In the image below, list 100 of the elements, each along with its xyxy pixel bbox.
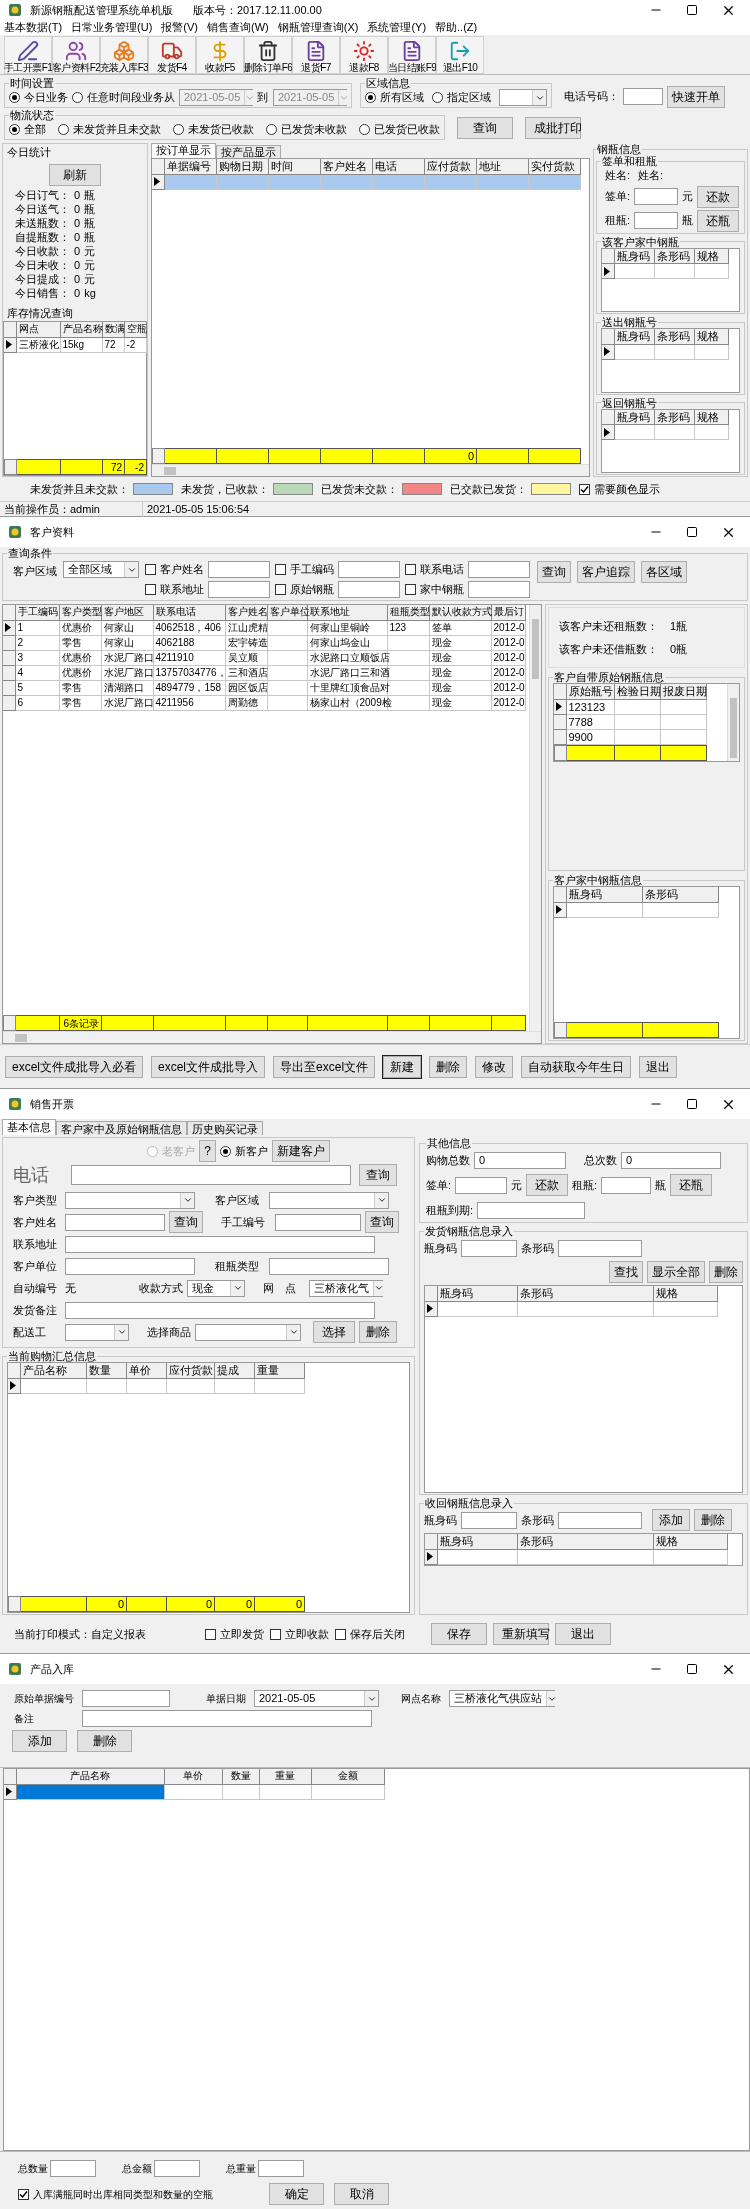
column-header[interactable]: 手工编码 bbox=[15, 605, 59, 620]
radio-option[interactable]: 已发货已收款 bbox=[359, 121, 440, 138]
input-field[interactable]: 0 bbox=[474, 1151, 566, 1169]
dropdown[interactable]: 三桥液化气 bbox=[309, 1279, 383, 1297]
button[interactable]: 删除 bbox=[429, 1055, 468, 1078]
column-header[interactable]: 重量 bbox=[259, 1769, 311, 1784]
column-header[interactable]: 规格 bbox=[653, 1286, 717, 1301]
column-header[interactable]: 条形码 bbox=[517, 1286, 653, 1301]
button[interactable]: 自动获取今年生日 bbox=[521, 1055, 632, 1078]
input-field[interactable] bbox=[468, 581, 530, 598]
radio-option[interactable]: 指定区域 bbox=[432, 89, 491, 106]
button[interactable]: 修改 bbox=[475, 1055, 514, 1078]
tab[interactable]: 基本信息 bbox=[2, 1119, 56, 1135]
radio-option[interactable]: 未发货并且未交款 bbox=[58, 121, 161, 138]
button[interactable]: 退出 bbox=[555, 1623, 611, 1645]
column-header[interactable]: 地址 bbox=[476, 159, 528, 174]
input-field[interactable] bbox=[634, 188, 679, 205]
button[interactable]: 查询 bbox=[457, 117, 513, 140]
input-field[interactable] bbox=[338, 561, 400, 578]
button[interactable]: 导出至excel文件 bbox=[273, 1055, 376, 1078]
input-field[interactable]: 0 bbox=[621, 1151, 721, 1169]
input-field[interactable] bbox=[623, 88, 663, 105]
column-header[interactable]: 规格 bbox=[694, 409, 728, 425]
checkbox[interactable]: 立即收款 bbox=[270, 1625, 329, 1643]
button[interactable]: 添加 bbox=[12, 1730, 67, 1752]
menu-item[interactable]: 帮助..(Z) bbox=[435, 19, 478, 36]
button[interactable]: 新建 bbox=[383, 1055, 422, 1078]
radio-option[interactable]: 任意时间段业务从 bbox=[72, 89, 175, 106]
button[interactable]: 确定 bbox=[269, 2183, 324, 2205]
column-header[interactable]: 原始瓶号 bbox=[566, 684, 614, 699]
dropdown[interactable] bbox=[65, 1191, 195, 1209]
input-field[interactable] bbox=[461, 1511, 517, 1529]
input-field[interactable] bbox=[468, 561, 530, 578]
menu-item[interactable]: 报警(V) bbox=[161, 19, 198, 36]
tab[interactable]: 按产品显示 bbox=[216, 145, 281, 158]
column-header[interactable]: 时间 bbox=[268, 159, 320, 174]
column-header[interactable]: 产品名称 bbox=[20, 1363, 86, 1378]
input-field[interactable] bbox=[338, 581, 400, 598]
input-field[interactable] bbox=[50, 2160, 96, 2177]
input-field[interactable] bbox=[154, 2160, 200, 2177]
column-header[interactable]: 实付货款 bbox=[528, 159, 580, 174]
input-field[interactable] bbox=[71, 1165, 351, 1185]
input-field[interactable] bbox=[461, 1239, 517, 1257]
column-header[interactable]: 联系电话 bbox=[153, 605, 225, 620]
dropdown[interactable]: 2021-05-05 bbox=[254, 1690, 379, 1707]
table-row[interactable] bbox=[4, 1784, 384, 1799]
menu-item[interactable]: 基本数据(T) bbox=[4, 19, 63, 36]
button[interactable]: 删除 bbox=[694, 1509, 732, 1531]
button[interactable]: 客户追踪 bbox=[577, 561, 635, 583]
menu-item[interactable]: 日常业务管理(U) bbox=[71, 19, 153, 36]
input-field[interactable] bbox=[65, 1235, 375, 1253]
column-header[interactable]: 购物日期 bbox=[216, 159, 268, 174]
checkbox[interactable]: 家中钢瓶 bbox=[405, 581, 464, 598]
input-field[interactable] bbox=[65, 1213, 165, 1231]
menu-item[interactable]: 系统管理(Y) bbox=[367, 19, 427, 36]
column-header[interactable]: 规格 bbox=[694, 329, 728, 344]
toolbar-button[interactable]: 删除订单F6 bbox=[244, 36, 292, 74]
button[interactable]: 还瓶 bbox=[697, 209, 740, 232]
input-field[interactable] bbox=[82, 1690, 170, 1707]
column-header[interactable]: 瓶身码 bbox=[614, 329, 654, 344]
column-header[interactable]: 规格 bbox=[653, 1534, 727, 1549]
column-header[interactable]: 产品名称 bbox=[16, 1769, 164, 1784]
checkbox[interactable]: 原始钢瓶 bbox=[275, 581, 334, 598]
dropdown[interactable] bbox=[65, 1323, 129, 1341]
toolbar-button[interactable]: 退款F8 bbox=[340, 36, 388, 74]
dropdown[interactable]: 三桥液化气供应站 bbox=[449, 1690, 555, 1707]
tab[interactable]: 历史购买记录 bbox=[187, 1121, 263, 1135]
input-field[interactable] bbox=[208, 561, 270, 578]
input-field[interactable] bbox=[65, 1257, 195, 1275]
button[interactable]: excel文件成批导入 bbox=[151, 1055, 266, 1078]
button[interactable]: 删除 bbox=[77, 1730, 132, 1752]
scrollbar[interactable] bbox=[727, 684, 739, 761]
column-header[interactable]: 客户姓名 bbox=[225, 605, 267, 620]
button[interactable]: 删除 bbox=[709, 1261, 743, 1283]
button[interactable]: 查找 bbox=[609, 1261, 643, 1283]
input-field[interactable] bbox=[269, 1257, 389, 1275]
column-header[interactable]: 条形码 bbox=[654, 248, 694, 264]
column-header[interactable]: 条形码 bbox=[642, 887, 718, 902]
column-header[interactable]: 应付货款 bbox=[166, 1363, 214, 1378]
radio-option[interactable]: 未发货已收款 bbox=[173, 121, 254, 138]
radio-option[interactable]: 新客户 bbox=[219, 1142, 268, 1160]
button[interactable]: 新建客户 bbox=[271, 1140, 330, 1162]
column-header[interactable]: 瓶身码 bbox=[614, 409, 654, 425]
button[interactable]: 选择 bbox=[313, 1321, 355, 1343]
menu-item[interactable]: 钢瓶管理查询(X) bbox=[277, 19, 359, 36]
input-field[interactable] bbox=[65, 1301, 375, 1319]
column-header[interactable]: 数量 bbox=[222, 1769, 259, 1784]
button[interactable]: 成批打印 bbox=[525, 117, 581, 140]
button[interactable]: 查询 bbox=[169, 1211, 203, 1233]
input-field[interactable] bbox=[455, 1176, 508, 1194]
column-header[interactable]: 瓶身码 bbox=[437, 1286, 517, 1301]
radio-option[interactable]: 今日业务 bbox=[9, 89, 68, 106]
dropdown[interactable]: 全部区域 bbox=[63, 561, 139, 578]
button[interactable]: 保存 bbox=[431, 1623, 487, 1645]
column-header[interactable]: 单价 bbox=[164, 1769, 222, 1784]
button[interactable]: 各区域 bbox=[641, 561, 687, 583]
checkbox[interactable]: 需要颜色显示 bbox=[579, 480, 660, 498]
checkbox[interactable]: 立即发货 bbox=[205, 1625, 264, 1643]
toolbar-button[interactable]: 客户资料F2 bbox=[52, 36, 100, 74]
button[interactable]: 查询 bbox=[537, 561, 571, 583]
